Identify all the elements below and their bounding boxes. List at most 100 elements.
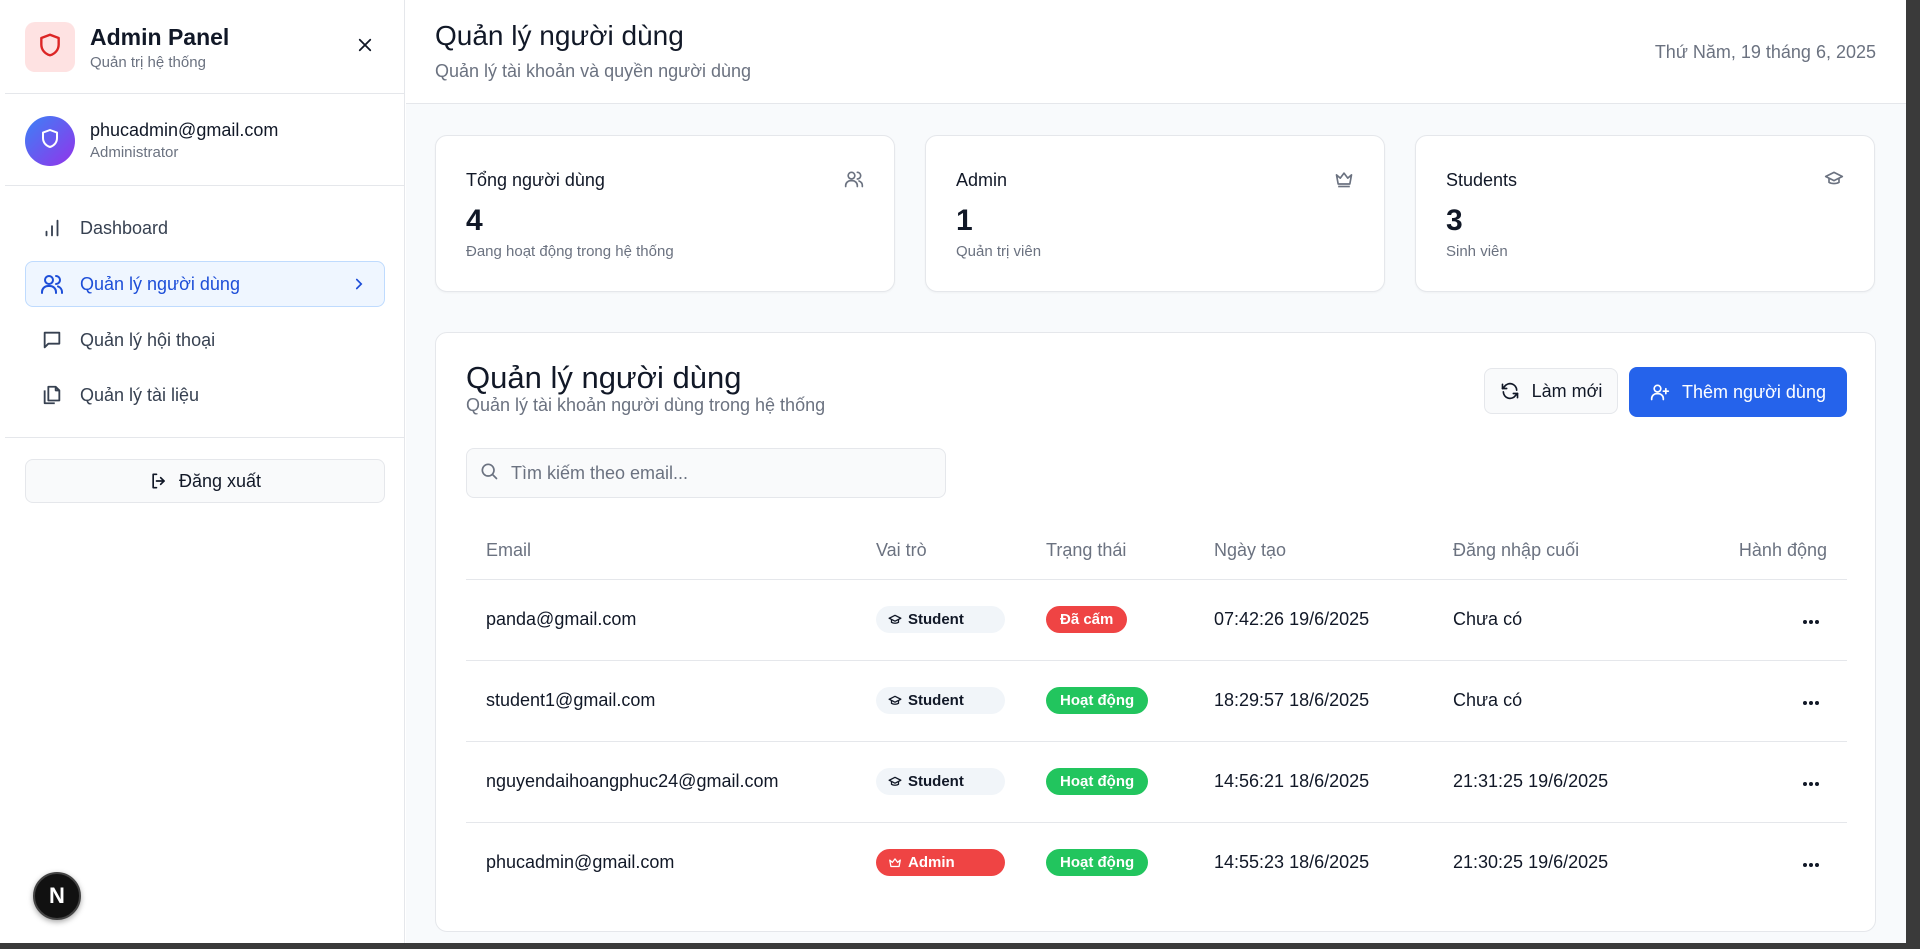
sidebar-item-conversations[interactable]: Quản lý hội thoại (25, 317, 385, 363)
status-badge: Hoạt động (1046, 849, 1149, 877)
cell-email: panda@gmail.com (466, 579, 876, 661)
crown-icon (888, 856, 902, 870)
sidebar: Admin Panel Quản trị hệ thống phucadmin@… (5, 0, 405, 943)
cell-created: 14:55:23 18/6/2025 (1214, 852, 1370, 873)
stat-description: Quản trị viên (956, 243, 1042, 260)
status-badge: Đã cấm (1046, 606, 1128, 633)
shield-icon (38, 127, 62, 156)
row-actions-button[interactable] (1795, 847, 1827, 879)
stat-label: Tổng người dùng (466, 170, 605, 190)
graduation-cap-icon (888, 694, 902, 708)
status-badge: Hoạt động (1046, 687, 1149, 714)
stat-label: Students (1446, 170, 1518, 190)
table-row: phucadmin@gmail.com Admin Hoạt động 14:5… (466, 822, 1847, 903)
sidebar-item-dashboard[interactable]: Dashboard (25, 205, 385, 251)
message-square-icon (40, 328, 64, 352)
sidebar-item-label: Quản lý tài liệu (80, 384, 200, 405)
stat-card-admin: Admin 1 Quản trị viên (925, 135, 1385, 292)
graduation-cap-icon (888, 613, 902, 627)
sidebar-item-label: Dashboard (80, 217, 169, 238)
more-horizontal-icon (1802, 771, 1820, 792)
search-box (466, 448, 946, 498)
cell-email: phucadmin@gmail.com (486, 852, 675, 873)
app-title: Admin Panel (90, 24, 230, 50)
column-header-last-login: Đăng nhập cuối (1453, 523, 1701, 580)
graduation-cap-icon (888, 775, 902, 789)
logout-label: Đăng xuất (178, 470, 262, 491)
bar-chart-icon (40, 216, 64, 240)
close-sidebar-button[interactable] (353, 35, 377, 59)
stat-description: Sinh viên (1446, 243, 1508, 260)
dev-tools-badge[interactable]: N (33, 872, 81, 920)
table-row: nguyendaihoangphuc24@gmail.com Student H… (466, 741, 1847, 823)
app-window: Admin Panel Quản trị hệ thống phucadmin@… (0, 0, 1906, 943)
stat-value: 3 (1446, 204, 1463, 237)
row-actions-button[interactable] (1795, 766, 1827, 798)
user-role: Administrator (90, 144, 179, 161)
more-horizontal-icon (1802, 690, 1820, 711)
page-title: Quản lý người dùng (435, 20, 684, 51)
refresh-button[interactable]: Làm mới (1484, 368, 1618, 414)
stat-description: Đang hoạt động trong hệ thống (466, 243, 674, 260)
cell-last-login: Chưa có (1453, 579, 1701, 661)
role-badge: Student (876, 687, 1005, 714)
cell-created: 14:56:21 18/6/2025 (1214, 741, 1453, 823)
row-actions-button[interactable] (1795, 685, 1827, 717)
crown-icon (1334, 169, 1354, 194)
user-email: phucadmin@gmail.com (90, 120, 279, 140)
add-user-button[interactable]: Thêm người dùng (1629, 367, 1847, 417)
logout-icon (149, 471, 169, 491)
current-date: Thứ Năm, 19 tháng 6, 2025 (1654, 42, 1876, 62)
panel-subtitle: Quản lý tài khoản người dùng trong hệ th… (466, 395, 826, 415)
user-profile: phucadmin@gmail.com Administrator (5, 94, 405, 186)
table-row: panda@gmail.com Student Đã cấm 07:42:26 … (466, 579, 1847, 661)
brand-logo (25, 22, 75, 72)
window-scrollbar-vertical (1906, 0, 1920, 949)
column-header-actions: Hành động (1701, 523, 1847, 580)
sidebar-item-label: Quản lý hội thoại (80, 329, 216, 350)
window-scrollbar-horizontal (0, 943, 1920, 949)
sidebar-item-users[interactable]: Quản lý người dùng (25, 261, 385, 307)
more-horizontal-icon (1802, 609, 1820, 630)
role-label: Student (908, 611, 964, 628)
user-plus-icon (1650, 382, 1670, 402)
app-subtitle: Quản trị hệ thống (90, 54, 206, 71)
sidebar-item-documents[interactable]: Quản lý tài liệu (25, 372, 385, 418)
stat-card-total-users: Tổng người dùng 4 Đang hoạt động trong h… (435, 135, 895, 292)
add-user-label: Thêm người dùng (1682, 381, 1826, 402)
users-panel: Quản lý người dùng Quản lý tài khoản ngư… (435, 332, 1876, 932)
dev-badge-letter: N (49, 883, 65, 908)
role-badge: Student (876, 606, 1005, 633)
cell-email: student1@gmail.com (466, 660, 876, 742)
cell-last-login: Chưa có (1453, 660, 1701, 742)
stat-value: 4 (466, 204, 483, 237)
logout-button[interactable]: Đăng xuất (25, 459, 385, 503)
cell-created: 18:29:57 18/6/2025 (1214, 660, 1453, 742)
cell-created: 07:42:26 19/6/2025 (1214, 579, 1453, 661)
panel-title: Quản lý người dùng (466, 360, 742, 395)
table-row: student1@gmail.com Student Hoạt động 18:… (466, 660, 1847, 742)
role-label: Student (908, 773, 964, 790)
users-icon (40, 272, 64, 296)
refresh-icon (1500, 381, 1520, 401)
stat-value: 1 (956, 204, 973, 237)
cell-email: nguyendaihoangphuc24@gmail.com (466, 741, 876, 823)
table-header-row: Email Vai trò Trạng thái Ngày tạo Đăng n… (466, 523, 1847, 580)
role-badge: Student (876, 768, 1005, 795)
page-subtitle: Quản lý tài khoản và quyền người dùng (435, 61, 752, 81)
role-badge: Admin (876, 849, 1005, 877)
sidebar-divider (5, 437, 405, 438)
sidebar-header: Admin Panel Quản trị hệ thống (5, 0, 405, 94)
sidebar-item-label: Quản lý người dùng (80, 273, 240, 294)
files-icon (40, 383, 64, 407)
search-icon (479, 461, 499, 486)
chevron-right-icon (350, 275, 368, 298)
stat-label: Admin (956, 170, 1008, 190)
column-header-role: Vai trò (876, 523, 1046, 580)
page-header: Quản lý người dùng Quản lý tài khoản và … (406, 0, 1906, 104)
role-label: Student (908, 692, 964, 709)
search-input[interactable] (511, 462, 931, 484)
more-horizontal-icon (1802, 852, 1820, 873)
column-header-email: Email (466, 523, 876, 580)
row-actions-button[interactable] (1795, 604, 1827, 636)
